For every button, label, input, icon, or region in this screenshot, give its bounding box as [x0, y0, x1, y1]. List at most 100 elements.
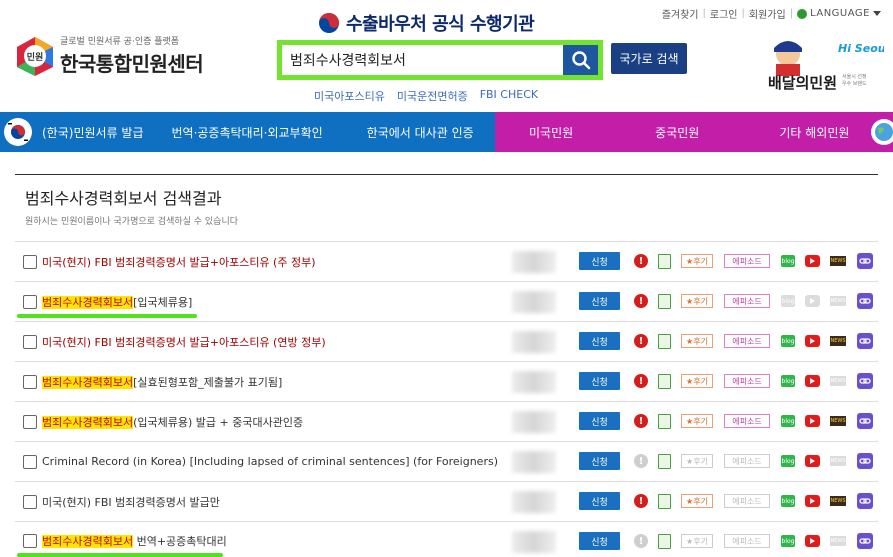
blog-icon[interactable]: blog	[781, 295, 795, 307]
alert-icon[interactable]: !	[634, 294, 648, 308]
review-button[interactable]: ★후기	[681, 494, 713, 508]
review-button[interactable]: ★후기	[681, 334, 713, 348]
result-title[interactable]: 범죄수사경력회보서 번역+공증촉탁대리	[42, 533, 227, 549]
document-preview-icon[interactable]	[658, 293, 671, 309]
result-title[interactable]: 미국(현지) FBI 범죄경력증명서 발급+아포스티유 (주 정부)	[42, 254, 316, 270]
result-title[interactable]: 범죄수사경력회보서[입국체류용]	[42, 294, 192, 310]
blog-icon[interactable]: blog	[781, 375, 795, 387]
result-title[interactable]: 미국(현지) FBI 범죄경력증명서 발급만	[42, 494, 220, 510]
youtube-icon[interactable]	[805, 495, 820, 507]
result-title[interactable]: 미국(현지) FBI 범죄경력증명서 발급+아포스티유 (연방 정부)	[42, 334, 326, 350]
row-checkbox[interactable]	[23, 494, 37, 509]
news-icon[interactable]: NEWS	[830, 296, 846, 306]
link-icon[interactable]	[857, 373, 873, 389]
alert-icon[interactable]: !	[634, 454, 648, 468]
alert-icon[interactable]: !	[634, 414, 648, 428]
result-row[interactable]: 미국(현지) FBI 범죄경력증명서 발급+아포스티유 (주 정부) 신청! ★후기…	[15, 241, 878, 281]
row-checkbox[interactable]	[23, 534, 37, 548]
apply-button[interactable]: 신청	[579, 252, 620, 270]
nav-china[interactable]: 중국민원	[655, 124, 699, 141]
apply-button[interactable]: 신청	[579, 412, 620, 430]
link-icon[interactable]	[857, 533, 873, 549]
document-preview-icon[interactable]	[658, 253, 671, 269]
result-row[interactable]: 범죄수사경력회보서 번역+공증촉탁대리 신청! ★후기 에피소드 blog NEWS	[15, 521, 878, 557]
youtube-icon[interactable]	[805, 535, 820, 547]
episode-button[interactable]: 에피소드	[724, 494, 770, 508]
review-button[interactable]: ★후기	[681, 254, 713, 268]
youtube-icon[interactable]	[805, 455, 820, 467]
review-button[interactable]: ★후기	[681, 454, 713, 468]
review-button[interactable]: ★후기	[681, 374, 713, 388]
search-input[interactable]	[282, 45, 563, 75]
document-preview-icon[interactable]	[658, 333, 671, 349]
apply-button[interactable]: 신청	[579, 332, 620, 350]
review-button[interactable]: ★후기	[681, 414, 713, 428]
result-title[interactable]: 범죄수사경력회보서(입국체류용) 발급 + 중국대사관인증	[42, 414, 303, 430]
alert-icon[interactable]: !	[634, 374, 648, 388]
youtube-icon[interactable]	[805, 255, 820, 267]
youtube-icon[interactable]	[805, 335, 820, 347]
nav-us[interactable]: 미국민원	[529, 124, 573, 141]
episode-button[interactable]: 에피소드	[724, 414, 770, 428]
news-icon[interactable]: NEWS	[830, 456, 846, 466]
nav-other-overseas[interactable]: 기타 해외민원	[779, 124, 849, 141]
document-preview-icon[interactable]	[658, 533, 671, 549]
document-preview-icon[interactable]	[658, 413, 671, 429]
login-link[interactable]: 로그인	[710, 6, 738, 21]
episode-button[interactable]: 에피소드	[724, 334, 770, 348]
quick-link-us-apostille[interactable]: 미국아포스티유	[314, 88, 385, 104]
blog-icon[interactable]: blog	[781, 455, 795, 467]
document-preview-icon[interactable]	[658, 493, 671, 509]
apply-button[interactable]: 신청	[579, 492, 620, 510]
alert-icon[interactable]: !	[634, 334, 648, 348]
language-selector[interactable]: LANGUAGE	[797, 8, 881, 19]
quick-link-fbi-check[interactable]: FBI CHECK	[480, 88, 538, 104]
episode-button[interactable]: 에피소드	[724, 454, 770, 468]
apply-button[interactable]: 신청	[579, 452, 620, 470]
news-icon[interactable]: NEWS	[830, 256, 846, 266]
episode-button[interactable]: 에피소드	[724, 374, 770, 388]
youtube-icon[interactable]	[805, 375, 820, 387]
bookmark-link[interactable]: 즐겨찾기	[662, 6, 699, 21]
search-button[interactable]	[563, 45, 598, 75]
delivery-minwon-badge[interactable]: 배달의민원 Hi Seoul 서울시 선정 우수 브랜드	[766, 36, 884, 98]
news-icon[interactable]: NEWS	[830, 536, 846, 546]
youtube-icon[interactable]	[805, 415, 820, 427]
review-button[interactable]: ★후기	[681, 534, 713, 548]
result-row[interactable]: Criminal Record (in Korea) [Including la…	[15, 441, 878, 481]
link-icon[interactable]	[857, 453, 873, 469]
document-preview-icon[interactable]	[658, 453, 671, 469]
row-checkbox[interactable]	[23, 374, 37, 389]
apply-button[interactable]: 신청	[579, 292, 620, 310]
blog-icon[interactable]: blog	[781, 335, 795, 347]
link-icon[interactable]	[857, 413, 873, 429]
alert-icon[interactable]: !	[634, 494, 648, 508]
episode-button[interactable]: 에피소드	[724, 294, 770, 308]
link-icon[interactable]	[857, 493, 873, 509]
news-icon[interactable]: NEWS	[830, 376, 846, 386]
news-icon[interactable]: NEWS	[830, 496, 846, 506]
site-logo[interactable]: 민원 글로벌 민원서류 공·인증 플랫폼 한국통합민원센터	[14, 34, 204, 77]
nav-embassy-cert[interactable]: 한국에서 대사관 인증	[367, 124, 474, 141]
alert-icon[interactable]: !	[634, 254, 648, 268]
country-search-button[interactable]: 국가로 검색	[611, 43, 687, 74]
row-checkbox[interactable]	[23, 414, 37, 429]
result-row[interactable]: 범죄수사경력회보서[실효된형포함_제출불가 표기됨] 신청! ★후기 에피소드 blog…	[15, 361, 878, 401]
signup-link[interactable]: 회원가입	[749, 6, 786, 21]
news-icon[interactable]: NEWS	[830, 416, 846, 426]
blog-icon[interactable]: blog	[781, 495, 795, 507]
link-icon[interactable]	[857, 293, 873, 309]
link-icon[interactable]	[857, 333, 873, 349]
blog-icon[interactable]: blog	[781, 255, 795, 267]
news-icon[interactable]: NEWS	[830, 336, 846, 346]
review-button[interactable]: ★후기	[681, 294, 713, 308]
episode-button[interactable]: 에피소드	[724, 534, 770, 548]
row-checkbox[interactable]	[23, 294, 37, 309]
row-checkbox[interactable]	[23, 334, 37, 349]
youtube-icon[interactable]	[805, 295, 820, 307]
nav-translation[interactable]: 번역·공증촉탁대리·외교부확인	[172, 124, 323, 141]
result-row[interactable]: 범죄수사경력회보서[입국체류용] 신청! ★후기 에피소드 blog NEWS	[15, 281, 878, 321]
quick-link-us-license[interactable]: 미국운전면허증	[397, 88, 468, 104]
link-icon[interactable]	[857, 253, 873, 269]
result-title[interactable]: Criminal Record (in Korea) [Including la…	[42, 455, 498, 468]
